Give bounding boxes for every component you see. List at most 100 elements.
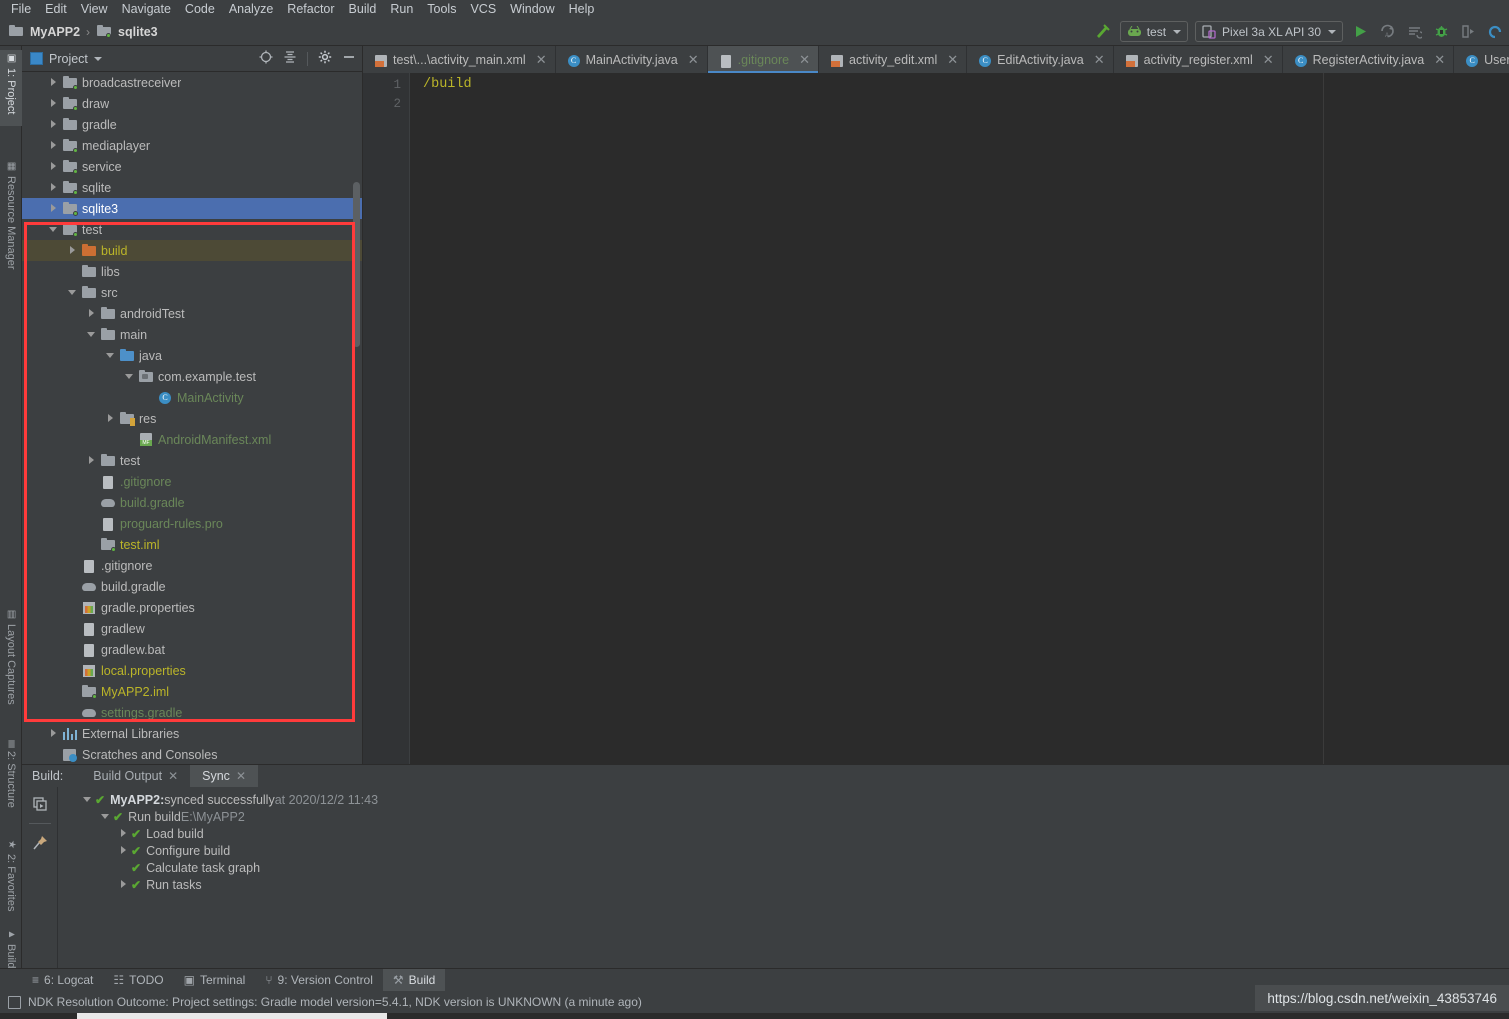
tree-node-settings.gradle[interactable]: settings.gradle [22, 702, 362, 723]
chevron-right-icon[interactable] [49, 120, 58, 129]
chevron-right-icon[interactable] [49, 78, 58, 87]
editor-tab-test-...-activity-main.xml[interactable]: test\...\activity_main.xml ✕ [363, 46, 556, 73]
tree-node-build.gradle[interactable]: build.gradle [22, 576, 362, 597]
chevron-down-icon[interactable] [125, 372, 134, 381]
tree-node-service[interactable]: service [22, 156, 362, 177]
chevron-down-icon[interactable] [83, 795, 92, 804]
project-tree[interactable]: broadcastreceiver draw gradle mediaplayer se… [22, 72, 362, 764]
tree-node-sqlite3[interactable]: sqlite3 [22, 198, 362, 219]
chevron-down-icon[interactable] [106, 351, 115, 360]
tree-node-mediaplayer[interactable]: mediaplayer [22, 135, 362, 156]
chevron-right-icon[interactable] [106, 414, 115, 423]
tree-node-res[interactable]: res [22, 408, 362, 429]
menu-item-run[interactable]: Run [383, 0, 420, 18]
tool-window-button-todo[interactable]: ☷ TODO [103, 969, 173, 992]
editor-tab-activity-edit.xml[interactable]: activity_edit.xml ✕ [819, 46, 968, 73]
menu-item-build[interactable]: Build [342, 0, 384, 18]
breadcrumb-project[interactable]: MyAPP2 [30, 25, 80, 39]
run-configuration-selector[interactable]: test [1119, 21, 1189, 42]
apply-code-changes-icon[interactable] [1404, 22, 1424, 42]
project-panel-title[interactable]: Project [49, 52, 88, 66]
chevron-down-icon[interactable] [101, 812, 110, 821]
close-icon[interactable]: ✕ [536, 52, 547, 68]
build-hammer-icon[interactable] [1093, 22, 1113, 42]
tree-node-build[interactable]: build [22, 240, 362, 261]
build-output-row[interactable]: ✔ Run tasks [59, 876, 1509, 893]
tree-node-.gitignore[interactable]: .gitignore [22, 471, 362, 492]
tree-node-gradlew[interactable]: gradlew [22, 618, 362, 639]
tree-node-test[interactable]: test [22, 219, 362, 240]
chevron-down-icon[interactable] [87, 330, 96, 339]
tree-node-scratches-and-consoles[interactable]: Scratches and Consoles [22, 744, 362, 764]
editor-tab-registeractivity.java[interactable]: C RegisterActivity.java ✕ [1282, 46, 1455, 73]
chevron-right-icon[interactable] [87, 309, 96, 318]
tree-node-local.properties[interactable]: local.properties [22, 660, 362, 681]
chevron-right-icon[interactable] [68, 246, 77, 255]
tool-window-button-9-version-control[interactable]: ⑂ 9: Version Control [255, 969, 383, 992]
chevron-right-icon[interactable] [49, 99, 58, 108]
menu-item-vcs[interactable]: VCS [463, 0, 503, 18]
tree-node-gradle.properties[interactable]: gradle.properties [22, 597, 362, 618]
code-editor[interactable]: /build [410, 73, 1509, 764]
tool-window-button-build[interactable]: ⚒ Build [382, 968, 446, 992]
horizontal-scrollbar[interactable] [77, 1013, 387, 1019]
tree-node-external-libraries[interactable]: External Libraries [22, 723, 362, 744]
chevron-right-icon[interactable] [49, 204, 58, 213]
close-icon[interactable]: ✕ [799, 52, 810, 68]
build-output-row[interactable]: ✔ Calculate task graph [59, 859, 1509, 876]
editor-tab-.gitignore[interactable]: .gitignore ✕ [707, 46, 820, 73]
build-output-row[interactable]: ✔ Load build [59, 825, 1509, 842]
sync-gradle-icon[interactable] [1485, 22, 1505, 42]
project-tree-scrollbar[interactable] [353, 182, 360, 347]
menu-item-analyze[interactable]: Analyze [222, 0, 280, 18]
chevron-down-icon[interactable] [49, 225, 58, 234]
editor-tab-bar[interactable]: test\...\activity_main.xml ✕ C MainActivity… [363, 46, 1509, 73]
minimize-icon[interactable] [342, 50, 356, 67]
menu-item-tools[interactable]: Tools [420, 0, 463, 18]
tree-node-mainactivity[interactable]: C MainActivity [22, 387, 362, 408]
tree-node-java[interactable]: java [22, 345, 362, 366]
tool-window-tab-1-project[interactable]: ▣ 1: Project [0, 50, 22, 126]
close-icon[interactable]: ✕ [1434, 52, 1445, 68]
gear-icon[interactable] [318, 50, 332, 67]
tree-node-gradle[interactable]: gradle [22, 114, 362, 135]
chevron-right-icon[interactable] [119, 880, 128, 889]
close-icon[interactable]: ✕ [1263, 52, 1274, 68]
run-icon[interactable] [1350, 22, 1370, 42]
build-output-tree[interactable]: ✔ MyAPP2: synced successfully at 2020/12/… [59, 787, 1509, 978]
collapse-all-icon[interactable] [283, 50, 297, 67]
menu-item-window[interactable]: Window [503, 0, 561, 18]
chevron-down-icon[interactable] [68, 288, 77, 297]
tree-node-test[interactable]: test [22, 450, 362, 471]
menu-item-help[interactable]: Help [562, 0, 602, 18]
tree-node-test.iml[interactable]: test.iml [22, 534, 362, 555]
close-icon[interactable]: ✕ [947, 52, 958, 68]
menu-item-edit[interactable]: Edit [38, 0, 74, 18]
tree-node-androidtest[interactable]: androidTest [22, 303, 362, 324]
build-tab-sync[interactable]: Sync ✕ [190, 765, 258, 787]
chevron-right-icon[interactable] [119, 829, 128, 838]
menu-item-file[interactable]: File [4, 0, 38, 18]
run-with-profiler-icon[interactable] [1458, 22, 1478, 42]
breadcrumb-module[interactable]: sqlite3 [118, 25, 158, 39]
tree-node-src[interactable]: src [22, 282, 362, 303]
debug-icon[interactable] [1431, 22, 1451, 42]
tree-node-draw[interactable]: draw [22, 93, 362, 114]
tool-window-tab-resource-manager[interactable]: ▦ Resource Manager [0, 158, 22, 308]
chevron-down-icon[interactable] [93, 56, 102, 61]
chevron-right-icon[interactable] [49, 141, 58, 150]
tool-window-tab-2-favorites[interactable]: ★ 2: Favorites [0, 836, 22, 932]
chevron-right-icon[interactable] [49, 183, 58, 192]
restart-icon[interactable] [31, 795, 49, 813]
menu-item-refactor[interactable]: Refactor [280, 0, 341, 18]
editor-tab-editactivity.java[interactable]: C EditActivity.java ✕ [967, 46, 1114, 73]
chevron-right-icon[interactable] [49, 729, 58, 738]
device-selector[interactable]: Pixel 3a XL API 30 [1195, 21, 1343, 42]
tree-node-.gitignore[interactable]: .gitignore [22, 555, 362, 576]
tree-node-build.gradle[interactable]: build.gradle [22, 492, 362, 513]
tool-window-tab-layout-captures[interactable]: ▤ Layout Captures [0, 606, 22, 728]
chevron-right-icon[interactable] [49, 162, 58, 171]
close-icon[interactable]: ✕ [688, 52, 699, 68]
tree-node-myapp2.iml[interactable]: MyAPP2.iml [22, 681, 362, 702]
chevron-right-icon[interactable] [87, 456, 96, 465]
